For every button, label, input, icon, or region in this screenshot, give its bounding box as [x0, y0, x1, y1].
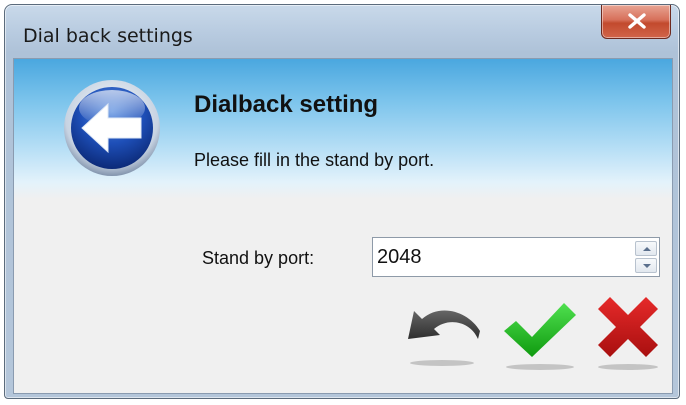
title-bar[interactable]: Dial back settings — [5, 5, 679, 57]
undo-button[interactable] — [404, 305, 482, 371]
checkmark-icon — [504, 303, 576, 370]
cancel-x-icon — [598, 297, 658, 370]
port-spinbox[interactable] — [372, 237, 660, 277]
port-input[interactable] — [377, 242, 627, 272]
close-icon — [628, 13, 646, 29]
spin-buttons — [635, 241, 657, 273]
header-subtitle: Please fill in the stand by port. — [194, 150, 435, 170]
undo-icon — [408, 310, 480, 366]
close-button[interactable] — [601, 5, 671, 39]
header-banner: Dialback setting Please fill in the stan… — [14, 59, 672, 199]
spin-down-button[interactable] — [635, 258, 657, 273]
spin-down-icon — [643, 264, 651, 268]
spin-up-button[interactable] — [635, 241, 657, 256]
spin-up-icon — [643, 247, 651, 251]
dialog-window: Dial back settings Dialback setting Plea… — [4, 4, 680, 399]
window-title: Dial back settings — [23, 25, 193, 47]
ok-button[interactable] — [500, 297, 580, 373]
dialog-body: Dialback setting Please fill in the stan… — [13, 58, 673, 394]
header-title: Dialback setting — [194, 91, 379, 118]
back-arrow-icon — [64, 80, 160, 176]
cancel-button[interactable] — [592, 295, 664, 373]
port-label: Stand by port: — [202, 248, 315, 268]
